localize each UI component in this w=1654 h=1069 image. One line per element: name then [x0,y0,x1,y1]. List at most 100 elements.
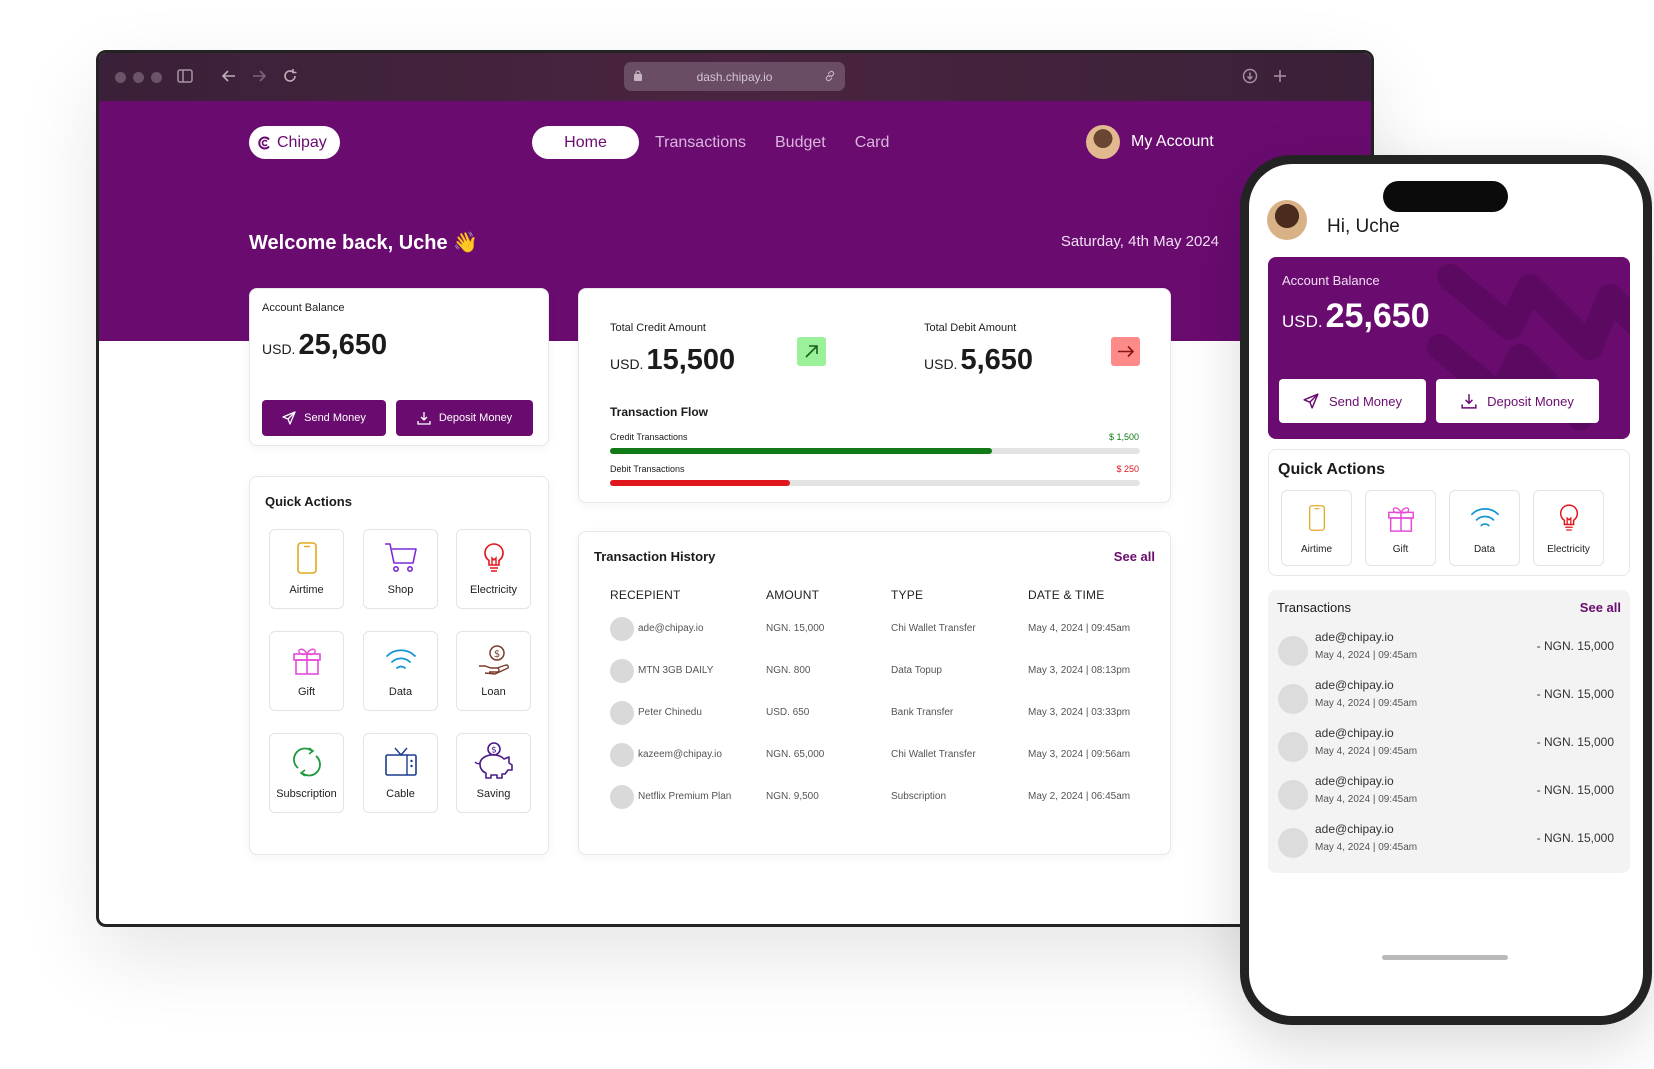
nav-budget[interactable]: Budget [775,134,826,152]
list-item[interactable]: ade@chipay.io May 4, 2024 | 09:45am - NG… [1278,726,1614,766]
quick-action-label: Electricity [469,584,518,596]
reload-icon[interactable] [282,68,298,88]
column-header-date-time[interactable]: DATE & TIME [1028,588,1104,602]
balance-value: 25,650 [298,329,388,361]
mobile-balance-label: Account Balance [1282,273,1380,288]
quick-action-label: Data [1473,544,1496,555]
recipient-name: ade@chipay.io [1315,678,1394,692]
column-header-type[interactable]: TYPE [891,588,923,602]
nav-card[interactable]: Card [855,134,890,152]
column-header-amount[interactable]: AMOUNT [766,588,819,602]
svg-text:$: $ [491,746,497,756]
mobile-quick-action-airtime[interactable]: Airtime [1281,490,1352,566]
amount-cell: NGN. 800 [766,665,811,676]
recipient-name: ade@chipay.io [1315,822,1394,836]
download-icon[interactable] [1242,68,1258,88]
quick-action-gift[interactable]: Gift [269,631,344,711]
type-cell: Data Topup [891,665,942,676]
svg-text:$: $ [493,649,499,660]
date-cell: May 3, 2024 | 09:56am [1028,749,1131,760]
credit-total-amount: USD. 15,500 [610,344,735,377]
debit-flow-value: $ 250 [1116,464,1139,474]
mobile-see-all-link[interactable]: See all [1580,600,1621,615]
minimize-window-button[interactable] [133,72,144,83]
account-menu[interactable]: My Account [1086,125,1214,159]
quick-action-label: Data [388,686,413,698]
back-arrow-icon[interactable] [221,68,237,88]
transaction-time: May 4, 2024 | 09:45am [1315,794,1418,805]
list-item[interactable]: ade@chipay.io May 4, 2024 | 09:45am - NG… [1278,678,1614,718]
gift-icon [1387,507,1414,532]
recipient-avatar [1278,828,1308,858]
lock-icon [634,70,642,81]
quick-action-data[interactable]: Data [363,631,438,711]
type-cell: Chi Wallet Transfer [891,749,976,760]
home-indicator[interactable] [1382,955,1508,960]
debit-flow-bar [610,480,791,486]
close-window-button[interactable] [115,72,126,83]
mobile-deposit-money-button[interactable]: Deposit Money [1436,379,1599,423]
avatar[interactable] [1267,200,1307,240]
column-header-recepient[interactable]: RECEPIENT [610,588,680,602]
deposit-money-button[interactable]: Deposit Money [396,400,533,436]
nav-transactions[interactable]: Transactions [655,134,746,152]
maximize-window-button[interactable] [151,72,162,83]
debit-flow-track [610,480,1140,486]
table-row[interactable]: Netflix Premium Plan NGN. 9,500 Subscrip… [610,785,1150,809]
mobile-quick-action-gift[interactable]: Gift [1365,490,1436,566]
credit-arrow-badge [797,337,826,366]
debit-total-amount: USD. 5,650 [924,344,1033,377]
mobile-balance-amount: USD. 25,650 [1282,297,1430,336]
mobile-send-money-button[interactable]: Send Money [1279,379,1426,423]
amount-cell: NGN. 65,000 [766,749,825,760]
table-row[interactable]: Peter Chinedu USD. 650 Bank Transfer May… [610,701,1150,725]
transaction-amount: - NGN. 15,000 [1536,783,1614,797]
send-money-label: Send Money [304,412,366,424]
list-item[interactable]: ade@chipay.io May 4, 2024 | 09:45am - NG… [1278,630,1614,670]
send-money-button[interactable]: Send Money [262,400,386,436]
avatar [1086,125,1120,159]
recipient-name: ade@chipay.io [1315,774,1394,788]
mobile-balance-currency: USD. [1282,312,1323,331]
link-icon[interactable] [823,69,837,83]
quick-action-shop[interactable]: Shop [363,529,438,609]
brand-name: Chipay [277,133,327,151]
balance-label: Account Balance [262,302,345,314]
quick-action-electricity[interactable]: Electricity [456,529,531,609]
table-row[interactable]: MTN 3GB DAILY NGN. 800 Data Topup May 3,… [610,659,1150,683]
download-icon [1461,394,1477,409]
history-see-all-link[interactable]: See all [1114,549,1155,564]
credit-currency: USD. [610,356,644,372]
mobile-quick-action-electricity[interactable]: Electricity [1533,490,1604,566]
table-row[interactable]: kazeem@chipay.io NGN. 65,000 Chi Wallet … [610,743,1150,767]
list-item[interactable]: ade@chipay.io May 4, 2024 | 09:45am - NG… [1278,774,1614,814]
date-cell: May 4, 2024 | 09:45am [1028,623,1131,634]
mobile-quick-action-data[interactable]: Data [1449,490,1520,566]
arrow-right-icon [1118,345,1135,358]
credit-flow-track [610,448,1140,454]
address-bar[interactable]: dash.chipay.io [624,62,845,91]
list-item[interactable]: ade@chipay.io May 4, 2024 | 09:45am - NG… [1278,822,1614,862]
brand-logo[interactable]: Chipay [249,126,340,159]
recipient-avatar [610,701,634,725]
debit-flow-label: Debit Transactions [610,464,685,474]
sidebar-toggle-icon[interactable] [177,69,193,87]
quick-action-loan[interactable]: $ Loan [456,631,531,711]
recipient-avatar [610,743,634,767]
quick-action-saving[interactable]: $ Saving [456,733,531,813]
transaction-amount: - NGN. 15,000 [1536,735,1614,749]
forward-arrow-icon[interactable] [251,68,267,88]
nav-home[interactable]: Home [532,126,639,159]
credit-flow-bar [610,448,992,454]
new-tab-icon[interactable] [1272,68,1288,88]
quick-action-cable[interactable]: Cable [363,733,438,813]
quick-action-label: Shop [387,584,414,596]
quick-action-subscription[interactable]: Subscription [269,733,344,813]
dynamic-island [1383,181,1508,212]
recipient-avatar [1278,684,1308,714]
welcome-heading: Welcome back, Uche 👋 [249,232,479,254]
quick-action-label: Loan [481,686,506,698]
table-row[interactable]: ade@chipay.io NGN. 15,000 Chi Wallet Tra… [610,617,1150,641]
credit-total-label: Total Credit Amount [610,322,706,334]
quick-action-airtime[interactable]: Airtime [269,529,344,609]
